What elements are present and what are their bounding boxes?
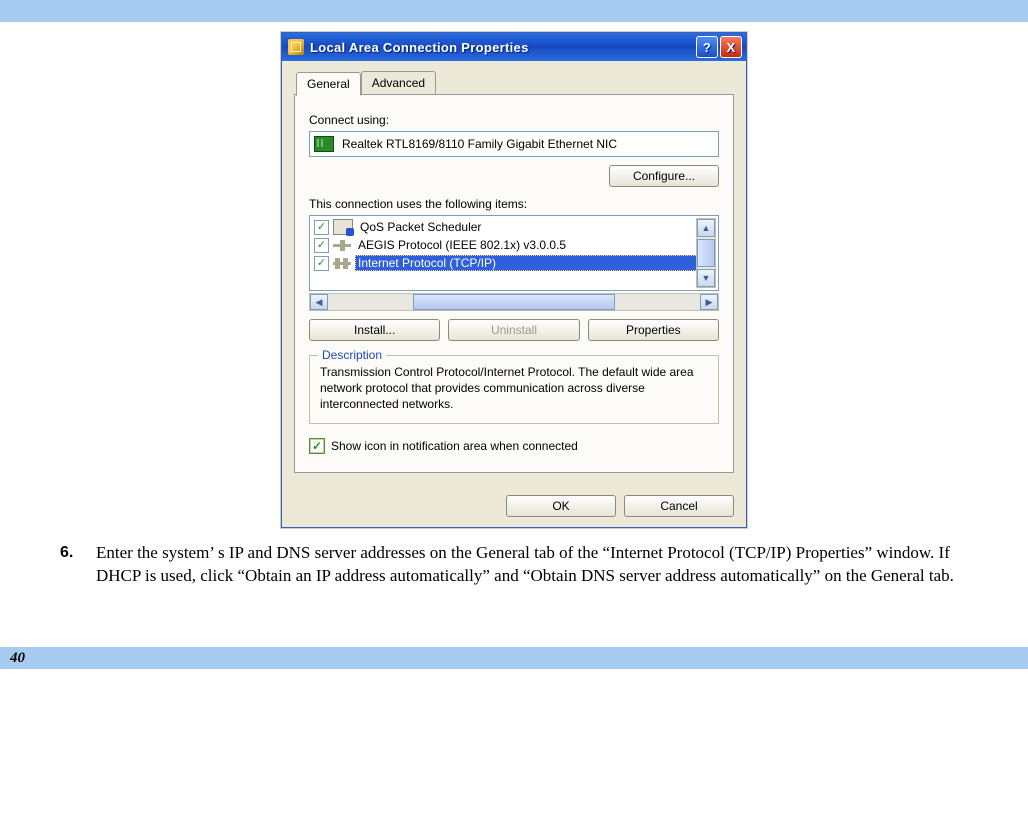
- tab-pane-general: Connect using: Realtek RTL8169/8110 Fami…: [294, 95, 734, 473]
- scroll-up-icon[interactable]: ▲: [697, 219, 715, 237]
- scroll-thumb[interactable]: [413, 294, 615, 310]
- horizontal-scrollbar[interactable]: ◀ ▶: [309, 293, 719, 311]
- service-icon: [333, 256, 351, 270]
- adapter-name: Realtek RTL8169/8110 Family Gigabit Ethe…: [342, 137, 617, 151]
- checkbox[interactable]: ✓: [314, 256, 329, 271]
- items-label: This connection uses the following items…: [309, 197, 719, 211]
- page-footer-bar: 40: [0, 647, 1028, 669]
- scroll-left-icon[interactable]: ◀: [310, 294, 328, 310]
- adapter-field[interactable]: Realtek RTL8169/8110 Family Gigabit Ethe…: [309, 131, 719, 157]
- page-top-bar: [0, 0, 1028, 22]
- cancel-button[interactable]: Cancel: [624, 495, 734, 517]
- scroll-right-icon[interactable]: ▶: [700, 294, 718, 310]
- configure-button[interactable]: Configure...: [609, 165, 719, 187]
- page-number: 40: [10, 650, 25, 667]
- step-text: Enter the system’ s IP and DNS server ad…: [96, 542, 998, 588]
- dialog-titlebar[interactable]: Local Area Connection Properties ? X: [282, 33, 746, 61]
- list-item[interactable]: ✓ AEGIS Protocol (IEEE 802.1x) v3.0.0.5: [312, 236, 716, 254]
- instruction-step: 6. Enter the system’ s IP and DNS server…: [60, 542, 998, 588]
- dialog-footer: OK Cancel: [282, 485, 746, 527]
- scroll-thumb[interactable]: [697, 239, 715, 267]
- dialog-title: Local Area Connection Properties: [310, 40, 694, 55]
- items-listbox[interactable]: ✓ QoS Packet Scheduler ✓ AEGIS Protocol …: [309, 215, 719, 291]
- ok-button[interactable]: OK: [506, 495, 616, 517]
- connection-properties-dialog: Local Area Connection Properties ? X Gen…: [281, 32, 747, 528]
- list-item[interactable]: ✓ Internet Protocol (TCP/IP): [312, 254, 716, 272]
- list-item-label: QoS Packet Scheduler: [357, 219, 714, 235]
- list-item-label: AEGIS Protocol (IEEE 802.1x) v3.0.0.5: [355, 237, 714, 253]
- connection-icon: [288, 39, 304, 55]
- description-legend: Description: [318, 348, 386, 362]
- checkbox[interactable]: ✓: [314, 238, 329, 253]
- vertical-scrollbar[interactable]: ▲ ▼: [696, 218, 716, 288]
- connect-using-label: Connect using:: [309, 113, 719, 127]
- list-item[interactable]: ✓ QoS Packet Scheduler: [312, 218, 716, 236]
- show-icon-checkbox[interactable]: ✓: [309, 438, 325, 454]
- tab-bar: General Advanced: [294, 71, 734, 95]
- checkbox[interactable]: ✓: [314, 220, 329, 235]
- description-text: Transmission Control Protocol/Internet P…: [320, 364, 708, 413]
- install-button[interactable]: Install...: [309, 319, 440, 341]
- tab-advanced[interactable]: Advanced: [361, 71, 436, 94]
- close-button[interactable]: X: [720, 36, 742, 58]
- service-icon: [333, 238, 351, 252]
- properties-button[interactable]: Properties: [588, 319, 719, 341]
- help-button[interactable]: ?: [696, 36, 718, 58]
- description-group: Description Transmission Control Protoco…: [309, 355, 719, 424]
- service-icon: [333, 219, 353, 235]
- tab-general[interactable]: General: [296, 72, 361, 96]
- close-icon: X: [727, 40, 736, 55]
- nic-icon: [314, 136, 334, 152]
- list-item-label: Internet Protocol (TCP/IP): [355, 255, 714, 271]
- scroll-down-icon[interactable]: ▼: [697, 269, 715, 287]
- show-icon-label: Show icon in notification area when conn…: [331, 439, 578, 453]
- help-icon: ?: [703, 40, 711, 55]
- step-number: 6.: [60, 542, 96, 588]
- page-content: Local Area Connection Properties ? X Gen…: [0, 22, 1028, 647]
- uninstall-button[interactable]: Uninstall: [448, 319, 579, 341]
